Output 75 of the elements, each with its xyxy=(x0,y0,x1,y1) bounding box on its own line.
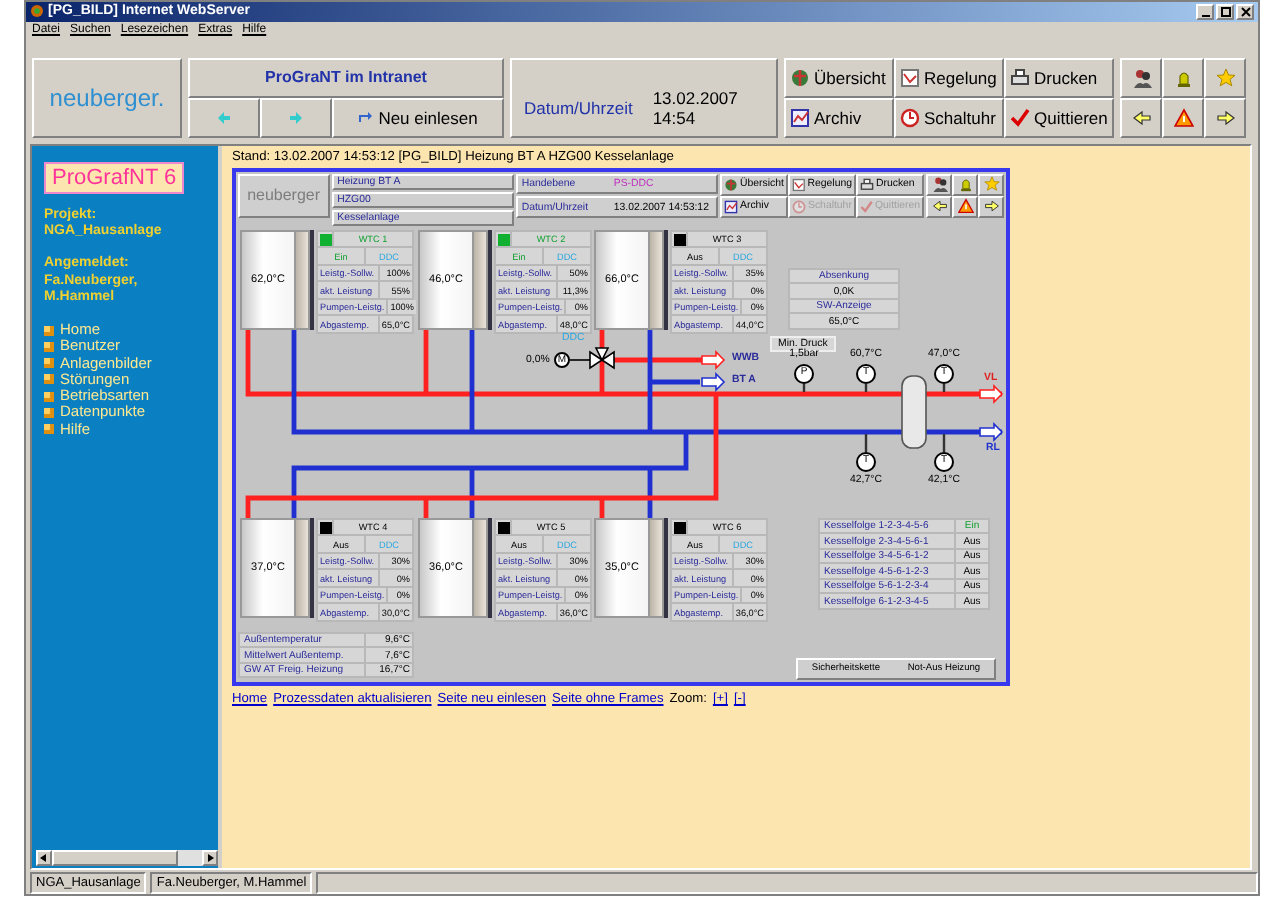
toolbar-button[interactable]: Übersicht xyxy=(784,57,894,98)
chart-icon xyxy=(900,67,920,88)
arrow-left-button[interactable] xyxy=(1120,97,1162,138)
clock-icon xyxy=(900,107,920,128)
bell-button[interactable] xyxy=(1162,57,1204,98)
close-icon xyxy=(1239,5,1251,18)
checkmark-icon xyxy=(860,199,873,214)
arrow-right-button[interactable] xyxy=(978,195,1004,218)
printer-icon xyxy=(860,177,874,192)
datetime-label: Datum/Uhrzeit xyxy=(524,97,633,118)
arrow-left-icon xyxy=(1131,107,1151,128)
maximize-icon xyxy=(1219,5,1231,18)
warning-button[interactable] xyxy=(1162,97,1204,138)
outlet-arrow-icon xyxy=(701,371,726,392)
app-title: ProGraNT im Intranet xyxy=(188,57,504,98)
warning-button[interactable] xyxy=(952,195,978,218)
star-button[interactable] xyxy=(1204,57,1246,98)
bell-icon xyxy=(957,176,973,193)
outlet-arrow-icon xyxy=(979,383,1004,404)
logo: neuberger. xyxy=(32,57,182,138)
bell-button[interactable] xyxy=(952,173,978,196)
arrow-left-icon xyxy=(931,198,947,215)
reload-icon xyxy=(358,111,373,124)
toolbar-button[interactable]: Drucken xyxy=(1004,57,1114,98)
hydraulic-separator xyxy=(901,375,927,449)
arrow-right-icon xyxy=(1215,107,1235,128)
arrow-right-icon xyxy=(288,109,304,126)
forward-button[interactable] xyxy=(260,97,332,138)
arrow-right-icon xyxy=(983,198,999,215)
outlet-arrow-icon xyxy=(701,349,726,370)
back-button[interactable] xyxy=(188,97,260,138)
datetime-value: 13.02.2007 14:54 xyxy=(652,87,740,128)
logo: neuberger xyxy=(238,173,330,218)
toolbar-button[interactable]: Quittieren xyxy=(1004,97,1114,138)
clock-icon xyxy=(792,199,806,214)
scroll-right-icon xyxy=(206,853,214,862)
bell-icon xyxy=(1173,67,1193,88)
star-icon xyxy=(983,176,999,193)
checkmark-icon xyxy=(1010,107,1030,128)
toolbar-button[interactable]: Regelung xyxy=(894,57,1004,98)
valve-icon xyxy=(589,347,615,370)
people-button[interactable] xyxy=(1120,57,1162,98)
chart-icon xyxy=(790,107,810,128)
arrow-left-button[interactable] xyxy=(926,195,952,218)
arrow-left-icon xyxy=(216,109,232,126)
minimize-button[interactable] xyxy=(1196,3,1214,20)
outlet-arrow-icon xyxy=(979,421,1004,442)
chart-icon xyxy=(724,199,738,214)
toolbar-button[interactable]: Archiv xyxy=(784,97,894,138)
bullet-icon xyxy=(44,325,54,336)
maximize-button[interactable] xyxy=(1216,3,1234,20)
warning-icon xyxy=(957,198,973,215)
globe-icon xyxy=(724,177,738,192)
bullet-icon xyxy=(44,374,54,385)
bullet-icon xyxy=(44,424,54,435)
warning-icon xyxy=(1173,107,1193,128)
globe-icon xyxy=(790,67,810,88)
star-icon xyxy=(1215,67,1235,88)
app-icon xyxy=(30,4,44,19)
arrow-right-button[interactable] xyxy=(1204,97,1246,138)
people-icon xyxy=(1131,67,1151,88)
bullet-icon xyxy=(44,408,54,419)
bullet-icon xyxy=(44,391,54,402)
printer-icon xyxy=(1010,67,1030,88)
logo: ProGrafNT 6 xyxy=(44,161,185,194)
people-icon xyxy=(931,176,947,193)
star-button[interactable] xyxy=(978,173,1004,196)
reload-button[interactable]: Neu einlesen xyxy=(332,97,504,138)
bullet-icon xyxy=(44,358,54,369)
close-button[interactable] xyxy=(1236,3,1254,20)
bullet-icon xyxy=(44,341,54,352)
toolbar-button[interactable]: Schaltuhr xyxy=(894,97,1004,138)
people-button[interactable] xyxy=(926,173,952,196)
chart-icon xyxy=(792,177,806,192)
scroll-left-icon xyxy=(40,853,48,862)
